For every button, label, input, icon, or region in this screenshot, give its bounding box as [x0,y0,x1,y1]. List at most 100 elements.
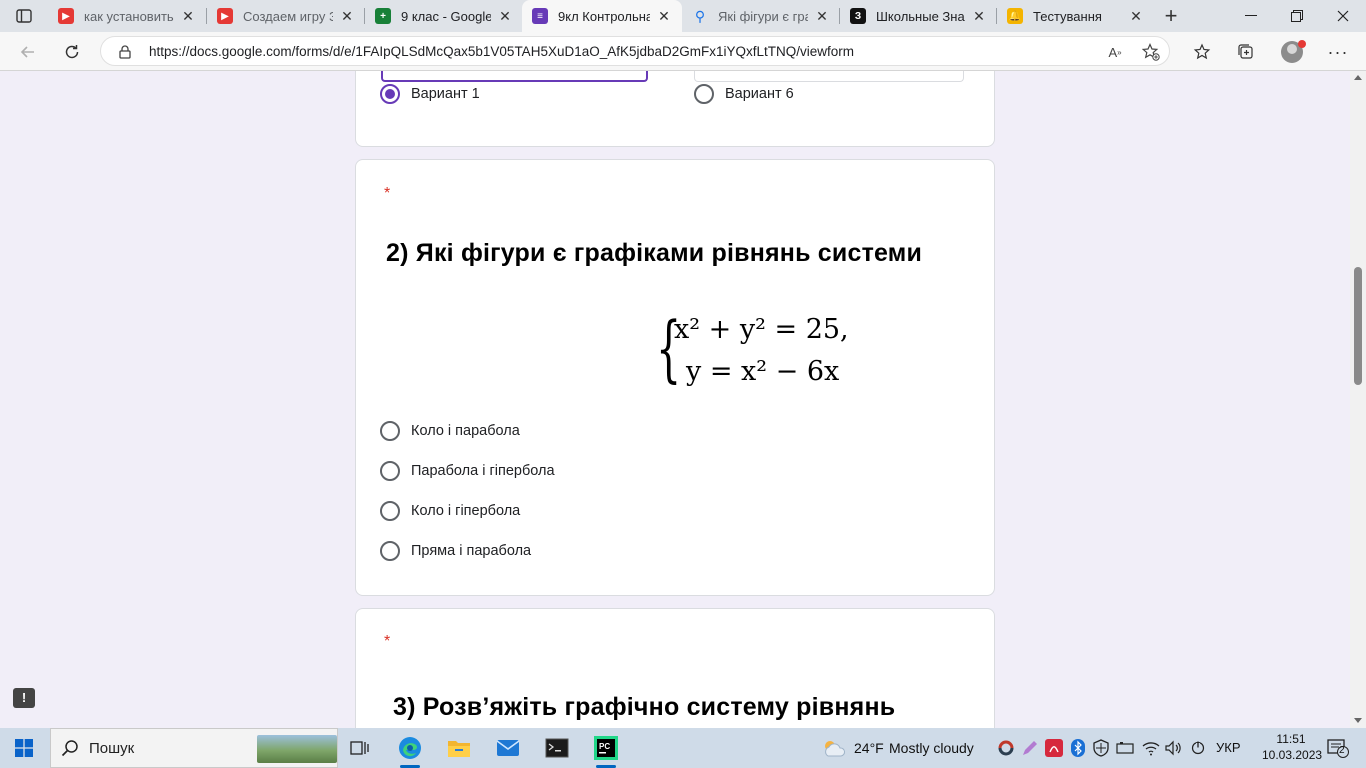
collections-icon[interactable] [1232,38,1260,66]
option-variant-6[interactable]: Вариант 6 [694,84,794,104]
weather-description[interactable]: Mostly cloudy [889,740,974,756]
navigation-bar: https://docs.google.com/forms/d/e/1FAIpQ… [0,32,1366,71]
equation-line-1: x² + y² = 25, [674,314,849,345]
question-title: 3) Розв’яжіть графічно систему рівнянь [393,693,896,721]
weather-cloud-icon[interactable] [820,734,848,762]
profile-notification-dot [1298,40,1306,48]
scroll-down-icon[interactable] [1354,718,1362,723]
read-aloud-icon[interactable]: A» [1105,43,1125,61]
required-asterisk: * [384,185,391,202]
close-icon[interactable]: ✕ [1128,8,1144,24]
favorites-icon[interactable] [1188,38,1216,66]
equation-system: { x² + y² = 25, y = x² − 6x [656,308,876,400]
task-view-icon[interactable] [346,734,374,762]
scrollbar-thumb[interactable] [1354,267,1362,385]
question-card-2: * 2) Які фігури є графіками рівнянь сист… [355,159,995,596]
question-card-3: * 3) Розв’яжіть графічно систему рівнянь [355,608,995,728]
close-icon[interactable]: ✕ [656,8,672,24]
sheets-icon: + [375,8,391,24]
close-icon[interactable]: ✕ [180,8,196,24]
tab-strip: ▶ как установить у ✕ ▶ Создаем игру Зм ✕… [0,0,1366,32]
address-bar[interactable]: https://docs.google.com/forms/d/e/1FAIpQ… [100,36,1170,66]
power-icon[interactable] [1187,734,1209,762]
tab-4[interactable]: ⚲ Які фігури є граф ✕ [682,0,840,32]
option-4[interactable]: Пряма і парабола [380,541,531,561]
radio-button-checked[interactable] [380,84,400,104]
tab-title: Создаем игру Зм [243,8,333,24]
close-icon[interactable]: ✕ [497,8,513,24]
bell-icon: 🔔 [1007,8,1023,24]
svg-text:PC: PC [599,742,610,751]
page-scrollbar[interactable] [1350,71,1366,728]
language-indicator[interactable]: УКР [1216,740,1241,755]
notification-count: 2 [1339,745,1345,756]
option-3[interactable]: Коло і гіпербола [380,501,520,521]
variant-image[interactable] [694,71,964,82]
taskbar-search[interactable]: Пошук [50,728,338,768]
weather-temperature[interactable]: 24°F [854,740,884,756]
terminal-icon[interactable] [543,734,571,762]
option-label: Парабола і гіпербола [411,463,555,479]
close-icon[interactable]: ✕ [339,8,355,24]
wifi-icon[interactable] [1140,734,1162,762]
option-2[interactable]: Парабола і гіпербола [380,461,555,481]
feedback-icon[interactable]: ! [13,688,35,708]
option-label: Коло і парабола [411,423,520,439]
pen-icon[interactable] [1019,734,1041,762]
znania-icon: З [850,8,866,24]
tray-app-icon[interactable] [995,734,1017,762]
question-title: 2) Які фігури є графіками рівнянь систем… [386,239,923,267]
notification-center-icon[interactable]: 2 [1322,734,1354,762]
file-explorer-icon[interactable] [445,734,473,762]
edge-browser-icon[interactable] [396,734,424,762]
clock[interactable]: 11:51 10.03.2023 [1262,731,1322,763]
tab-0[interactable]: ▶ как установить у ✕ [48,0,206,32]
acrobat-icon[interactable] [1043,734,1065,762]
refresh-button[interactable] [58,38,86,66]
equation-line-2: y = x² − 6x [686,356,840,387]
option-label: Пряма і парабола [411,543,532,559]
scroll-up-icon[interactable] [1354,75,1362,80]
bluetooth-icon[interactable] [1067,734,1089,762]
tab-title: Школьные Знан [876,8,965,24]
minimize-button[interactable] [1228,0,1274,32]
radio-button[interactable] [380,501,400,521]
tab-5[interactable]: З Школьные Знан ✕ [840,0,997,32]
windows-start-icon[interactable] [10,734,38,762]
device-icon[interactable] [1114,734,1136,762]
radio-button[interactable] [694,84,714,104]
forms-icon: ≡ [532,8,548,24]
tab-actions-icon[interactable] [10,6,38,26]
tab-title: Тестування [1033,8,1102,24]
tab-3-active[interactable]: ≡ 9кл Контрольна р ✕ [522,0,682,32]
mail-icon[interactable] [494,734,522,762]
volume-icon[interactable] [1162,734,1184,762]
variant-image-selected[interactable] [381,71,648,82]
add-favorite-icon[interactable] [1141,43,1161,61]
radio-button[interactable] [380,541,400,561]
option-variant-1[interactable]: Вариант 1 [380,84,480,104]
pycharm-icon[interactable]: PC [592,734,620,762]
option-label: Коло і гіпербола [411,503,521,519]
url-text[interactable]: https://docs.google.com/forms/d/e/1FAIpQ… [149,44,854,59]
radio-button[interactable] [380,461,400,481]
tab-title: Які фігури є граф [718,8,808,24]
more-menu-icon[interactable]: ··· [1324,38,1352,66]
restore-button[interactable] [1274,0,1320,32]
new-tab-button[interactable]: + [1160,5,1182,28]
tab-6[interactable]: 🔔 Тестування ✕ [997,0,1154,32]
back-button[interactable] [14,38,42,66]
youtube-icon: ▶ [58,8,74,24]
clock-time: 11:51 [1276,732,1306,746]
close-window-button[interactable] [1320,0,1366,32]
security-shield-icon[interactable] [1090,734,1112,762]
lock-icon[interactable] [119,45,131,64]
close-icon[interactable]: ✕ [971,8,987,24]
tab-title: 9кл Контрольна р [558,8,650,24]
option-1[interactable]: Коло і парабола [380,421,520,441]
radio-button[interactable] [380,421,400,441]
tab-1[interactable]: ▶ Создаем игру Зм ✕ [207,0,365,32]
close-icon[interactable]: ✕ [814,8,830,24]
search-placeholder: Пошук [89,740,135,757]
tab-2[interactable]: + 9 клас - Google T ✕ [365,0,523,32]
